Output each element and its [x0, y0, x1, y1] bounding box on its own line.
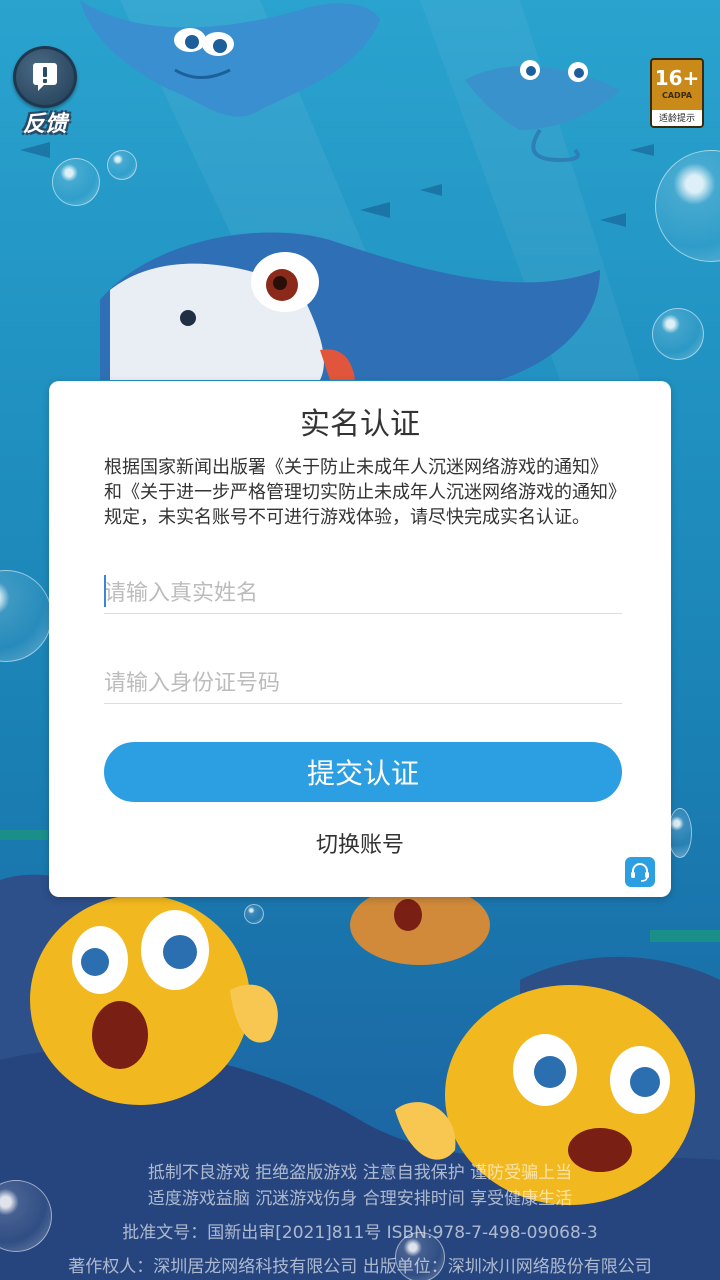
- bubble: [107, 150, 137, 180]
- switch-account-link[interactable]: 切换账号: [49, 827, 671, 859]
- bubble: [52, 158, 100, 206]
- copyright-info: 著作权人：深圳居龙网络科技有限公司 出版单位：深圳冰川网络股份有限公司: [68, 1257, 652, 1277]
- real-name-input[interactable]: [104, 573, 622, 614]
- feedback-button[interactable]: 反馈: [12, 46, 78, 138]
- bubble: [652, 308, 704, 360]
- text-cursor: [104, 575, 106, 607]
- customer-service-button[interactable]: [625, 857, 655, 887]
- approval-number: 批准文号：国新出审[2021]811号 ISBN:978-7-498-09068…: [122, 1223, 598, 1243]
- exclamation-icon: [33, 63, 57, 91]
- age-rating-value: 16+: [654, 66, 700, 90]
- headset-icon: [631, 863, 649, 882]
- bubble: [244, 904, 264, 924]
- id-number-input[interactable]: [104, 663, 622, 704]
- dialog-title: 实名认证: [300, 407, 420, 442]
- age-rating-org: CADPA: [661, 91, 693, 100]
- feedback-label: 反馈: [22, 112, 67, 137]
- dialog-notice: 根据国家新闻出版署《关于防止未成年人沉迷网络游戏的通知》和《关于进一步严格管理切…: [104, 457, 617, 528]
- age-rating-badge[interactable]: 16+ CADPA 适龄提示: [650, 58, 704, 128]
- real-name-dialog: 实名认证 根据国家新闻出版署《关于防止未成年人沉迷网络游戏的通知》和《关于进一步…: [49, 381, 671, 897]
- footer-advisory: 抵制不良游戏 拒绝盗版游戏 注意自我保护 谨防受骗上当 适度游戏益脑 沉迷游戏伤…: [0, 1160, 720, 1280]
- bubble: [668, 808, 692, 858]
- submit-verification-button[interactable]: 提交认证: [104, 742, 622, 802]
- age-rating-tip: 适龄提示: [652, 110, 702, 126]
- puffer-fish-illustration: [350, 885, 490, 965]
- advisory-line-1: 抵制不良游戏 拒绝盗版游戏 注意自我保护 谨防受骗上当: [147, 1163, 573, 1183]
- feedback-icon: [13, 46, 77, 108]
- advisory-line-2: 适度游戏益脑 沉迷游戏伤身 合理安排时间 享受健康生活: [147, 1189, 573, 1209]
